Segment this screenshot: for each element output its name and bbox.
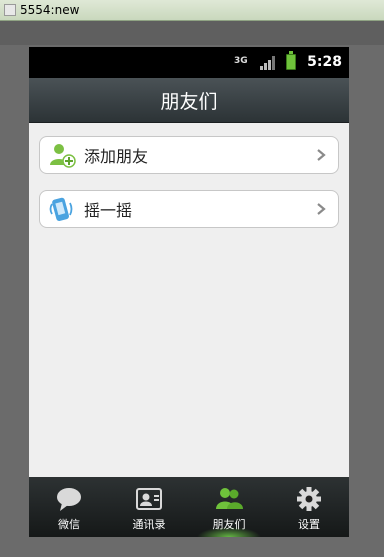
status-bar: 3G 5:28 [29, 47, 349, 78]
shake-label: 摇一摇 [84, 201, 133, 220]
add-friend-icon [50, 144, 76, 168]
gear-icon [297, 487, 321, 511]
shake-row[interactable]: 摇一摇 [39, 190, 339, 228]
tab-contacts-label: 通讯录 [132, 518, 166, 531]
friends-icon [216, 488, 243, 509]
status-time: 5:28 [307, 54, 342, 70]
contacts-card-icon [136, 488, 162, 510]
tab-chats-label: 微信 [58, 518, 80, 531]
chat-bubble-icon [57, 488, 81, 511]
chevron-right-icon [317, 149, 326, 161]
battery-icon [286, 51, 296, 70]
phone-screen: 3G 5:28 朋友们 添加朋友 摇一摇 微信 通讯录 朋友们 设置 [29, 47, 349, 537]
title-bar: 朋友们 [29, 78, 349, 123]
active-tab-indicator [197, 527, 261, 537]
add-friend-row[interactable]: 添加朋友 [39, 136, 339, 174]
network-indicator: 3G [234, 56, 248, 66]
tab-chats[interactable]: 微信 [29, 477, 109, 537]
window-title-bar: 5554:new [0, 0, 384, 21]
shake-icon [49, 197, 73, 222]
page-title: 朋友们 [160, 90, 218, 113]
emulator-frame [0, 21, 384, 45]
window-app-icon [4, 4, 16, 16]
tab-contacts[interactable]: 通讯录 [109, 477, 189, 537]
friends-list: 添加朋友 摇一摇 [29, 123, 349, 477]
chevron-right-icon [317, 203, 326, 215]
signal-icon [260, 56, 275, 70]
window-title: 5554:new [20, 3, 80, 17]
tab-settings-label: 设置 [298, 518, 320, 531]
tab-settings[interactable]: 设置 [269, 477, 349, 537]
bottom-tab-bar: 微信 通讯录 朋友们 设置 [29, 477, 349, 537]
tab-friends[interactable]: 朋友们 [189, 477, 269, 537]
add-friend-label: 添加朋友 [84, 147, 149, 166]
